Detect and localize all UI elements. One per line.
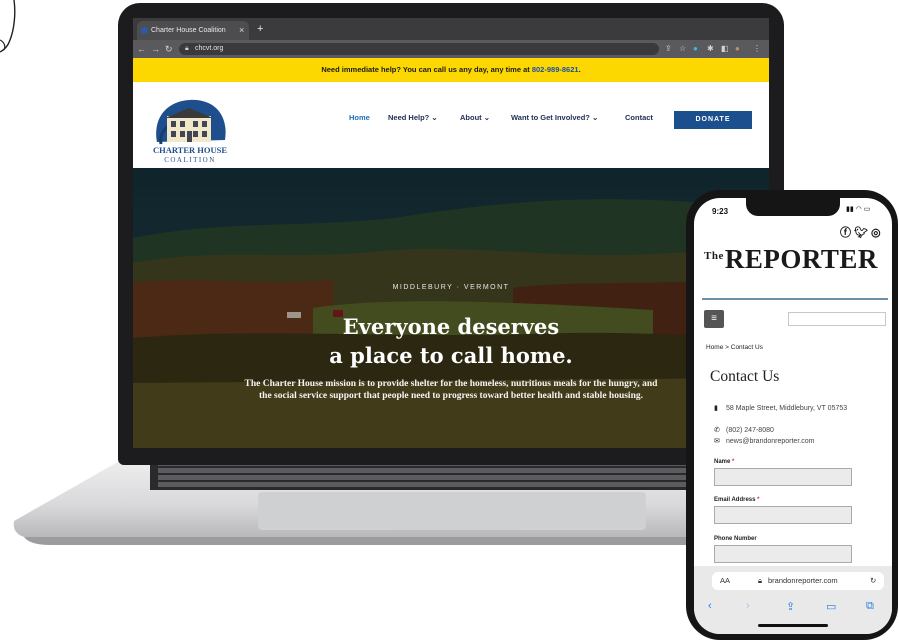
contact-email: ✉ news@brandonreporter.com xyxy=(714,437,874,447)
sketch-doodle xyxy=(0,0,16,53)
tabs-icon[interactable]: ⧉ xyxy=(866,600,874,613)
contact-address: ▮ 58 Maple Street, Middlebury, VT 05753 xyxy=(714,404,874,424)
lock-icon: 🔒︎ xyxy=(758,576,762,585)
home-indicator xyxy=(758,624,828,627)
emergency-alert-bar: Need immediate help? You can call us any… xyxy=(133,58,769,82)
favicon-icon xyxy=(141,27,148,34)
name-label-text: Name xyxy=(714,459,731,465)
twitter-icon[interactable]: 🐦︎ xyxy=(854,227,871,239)
alert-text: Need immediate help? You can call us any… xyxy=(321,65,532,74)
trackpad xyxy=(258,492,646,530)
phone-notch xyxy=(746,198,840,216)
reader-aa-button[interactable]: AA xyxy=(720,572,730,590)
masthead-title: REPORTER xyxy=(724,244,878,274)
phone-number-text[interactable]: (802) 247-8080 xyxy=(726,426,856,436)
social-icons: ⓕ🐦︎◎ xyxy=(840,224,884,240)
share-icon[interactable]: ⇪ xyxy=(665,40,672,58)
reporter-masthead[interactable]: TheREPORTER xyxy=(704,244,890,275)
logo-line1: CHARTER HOUSE xyxy=(153,145,227,155)
required-mark: * xyxy=(757,497,760,503)
extension-icon[interactable]: ● xyxy=(693,40,698,58)
sidepanel-icon[interactable]: ◧ xyxy=(721,40,729,58)
browser-tab-bar: Charter House Coalition × + xyxy=(133,18,769,40)
bookmarks-icon[interactable]: ▭ xyxy=(826,600,836,613)
browser-toolbar: ← → ↻ 🔒︎ chcvt.org ⇪ ☆ ● ✱ ◧ ● ⋮ xyxy=(133,40,769,58)
masthead-rule xyxy=(702,298,888,300)
masthead-the: The xyxy=(704,250,724,262)
safari-url-text: brandonreporter.com xyxy=(768,576,838,585)
back-icon[interactable]: ‹ xyxy=(708,600,712,612)
logo-line2: COALITION xyxy=(164,156,216,164)
bookmark-star-icon[interactable]: ☆ xyxy=(679,40,686,58)
nav-get-involved[interactable]: Want to Get Involved? ⌄ xyxy=(511,112,598,124)
new-tab-button[interactable]: + xyxy=(257,21,263,37)
hero-section: MIDDLEBURY · VERMONT Everyone deserves a… xyxy=(133,168,769,448)
charter-house-logo[interactable]: CHARTER HOUSE COALITION xyxy=(149,92,231,164)
forward-icon[interactable]: › xyxy=(746,600,750,612)
breadcrumb[interactable]: Home > Contact Us xyxy=(706,344,763,351)
reload-icon[interactable]: ↻ xyxy=(165,40,173,58)
hero-title-line1: Everyone deserves xyxy=(342,314,560,339)
site-header: CHARTER HOUSE COALITION Home Need Help? … xyxy=(133,82,769,168)
name-label: Name * xyxy=(714,459,734,465)
email-label-text: Email Address xyxy=(714,497,756,503)
menu-kebab-icon[interactable]: ⋮ xyxy=(753,40,761,58)
nav-need-help[interactable]: Need Help? ⌄ xyxy=(388,112,438,124)
instagram-icon[interactable]: ◎ xyxy=(871,227,884,239)
facebook-icon[interactable]: ⓕ xyxy=(840,227,854,239)
reload-icon[interactable]: ↻ xyxy=(870,572,876,590)
url-text: chcvt.org xyxy=(195,45,224,52)
contact-phone: ✆ (802) 247-8080 xyxy=(714,426,874,436)
donate-button[interactable]: DONATE xyxy=(674,111,752,129)
phone-label: Phone Number xyxy=(714,536,757,542)
hero-mission-text: The Charter House mission is to provide … xyxy=(244,379,658,401)
safari-address-bar[interactable]: AA 🔒︎ brandonreporter.com ↻ xyxy=(712,572,884,590)
email-label: Email Address * xyxy=(714,497,759,503)
lock-icon: 🔒︎ xyxy=(185,45,189,52)
search-input[interactable] xyxy=(788,312,886,326)
forward-icon[interactable]: → xyxy=(151,40,160,58)
email-text[interactable]: news@brandonreporter.com xyxy=(726,437,856,447)
hero-landscape-image xyxy=(133,168,769,448)
phone-icon: ✆ xyxy=(714,427,720,434)
building-icon: ▮ xyxy=(714,405,718,412)
alert-phone-link[interactable]: 802-989-8621 xyxy=(532,65,579,74)
share-icon[interactable]: ⇪ xyxy=(786,600,795,613)
alert-period: . xyxy=(578,65,581,74)
puzzle-icon[interactable]: ✱ xyxy=(707,40,714,58)
laptop-screen: Charter House Coalition × + ← → ↻ 🔒︎ chc… xyxy=(133,18,769,448)
hero-kicker: MIDDLEBURY · VERMONT xyxy=(392,284,510,291)
browser-tab[interactable]: Charter House Coalition × xyxy=(137,21,249,40)
profile-avatar-icon[interactable]: ● xyxy=(735,40,740,58)
phone-screen: 9:23 ▮▮ ◠ ▭ ⓕ🐦︎◎ TheREPORTER ≡ Home > Co… xyxy=(694,198,892,634)
hero-title: Everyone deserves a place to call home. xyxy=(133,312,769,370)
address-bar[interactable]: 🔒︎ chcvt.org xyxy=(179,43,659,55)
close-tab-icon[interactable]: × xyxy=(239,21,244,40)
nav-contact[interactable]: Contact xyxy=(625,112,653,124)
status-icons: ▮▮ ◠ ▭ xyxy=(846,206,871,213)
tab-title: Charter House Coalition xyxy=(151,27,226,34)
email-field[interactable] xyxy=(714,506,852,524)
name-field[interactable] xyxy=(714,468,852,486)
hamburger-menu-icon[interactable]: ≡ xyxy=(704,310,724,328)
phone-field[interactable] xyxy=(714,545,852,563)
hero-title-line2: a place to call home. xyxy=(329,343,573,368)
back-icon[interactable]: ← xyxy=(137,40,146,58)
safari-bottom-bar: AA 🔒︎ brandonreporter.com ↻ ‹ › ⇪ ▭ ⧉ xyxy=(694,566,892,634)
page-title: Contact Us xyxy=(710,368,780,385)
address-text: 58 Maple Street, Middlebury, VT 05753 xyxy=(726,405,848,412)
envelope-icon: ✉ xyxy=(714,438,720,445)
nav-about[interactable]: About ⌄ xyxy=(460,112,490,124)
required-mark: * xyxy=(732,459,735,465)
nav-home[interactable]: Home xyxy=(349,112,370,124)
status-time: 9:23 xyxy=(712,207,729,216)
